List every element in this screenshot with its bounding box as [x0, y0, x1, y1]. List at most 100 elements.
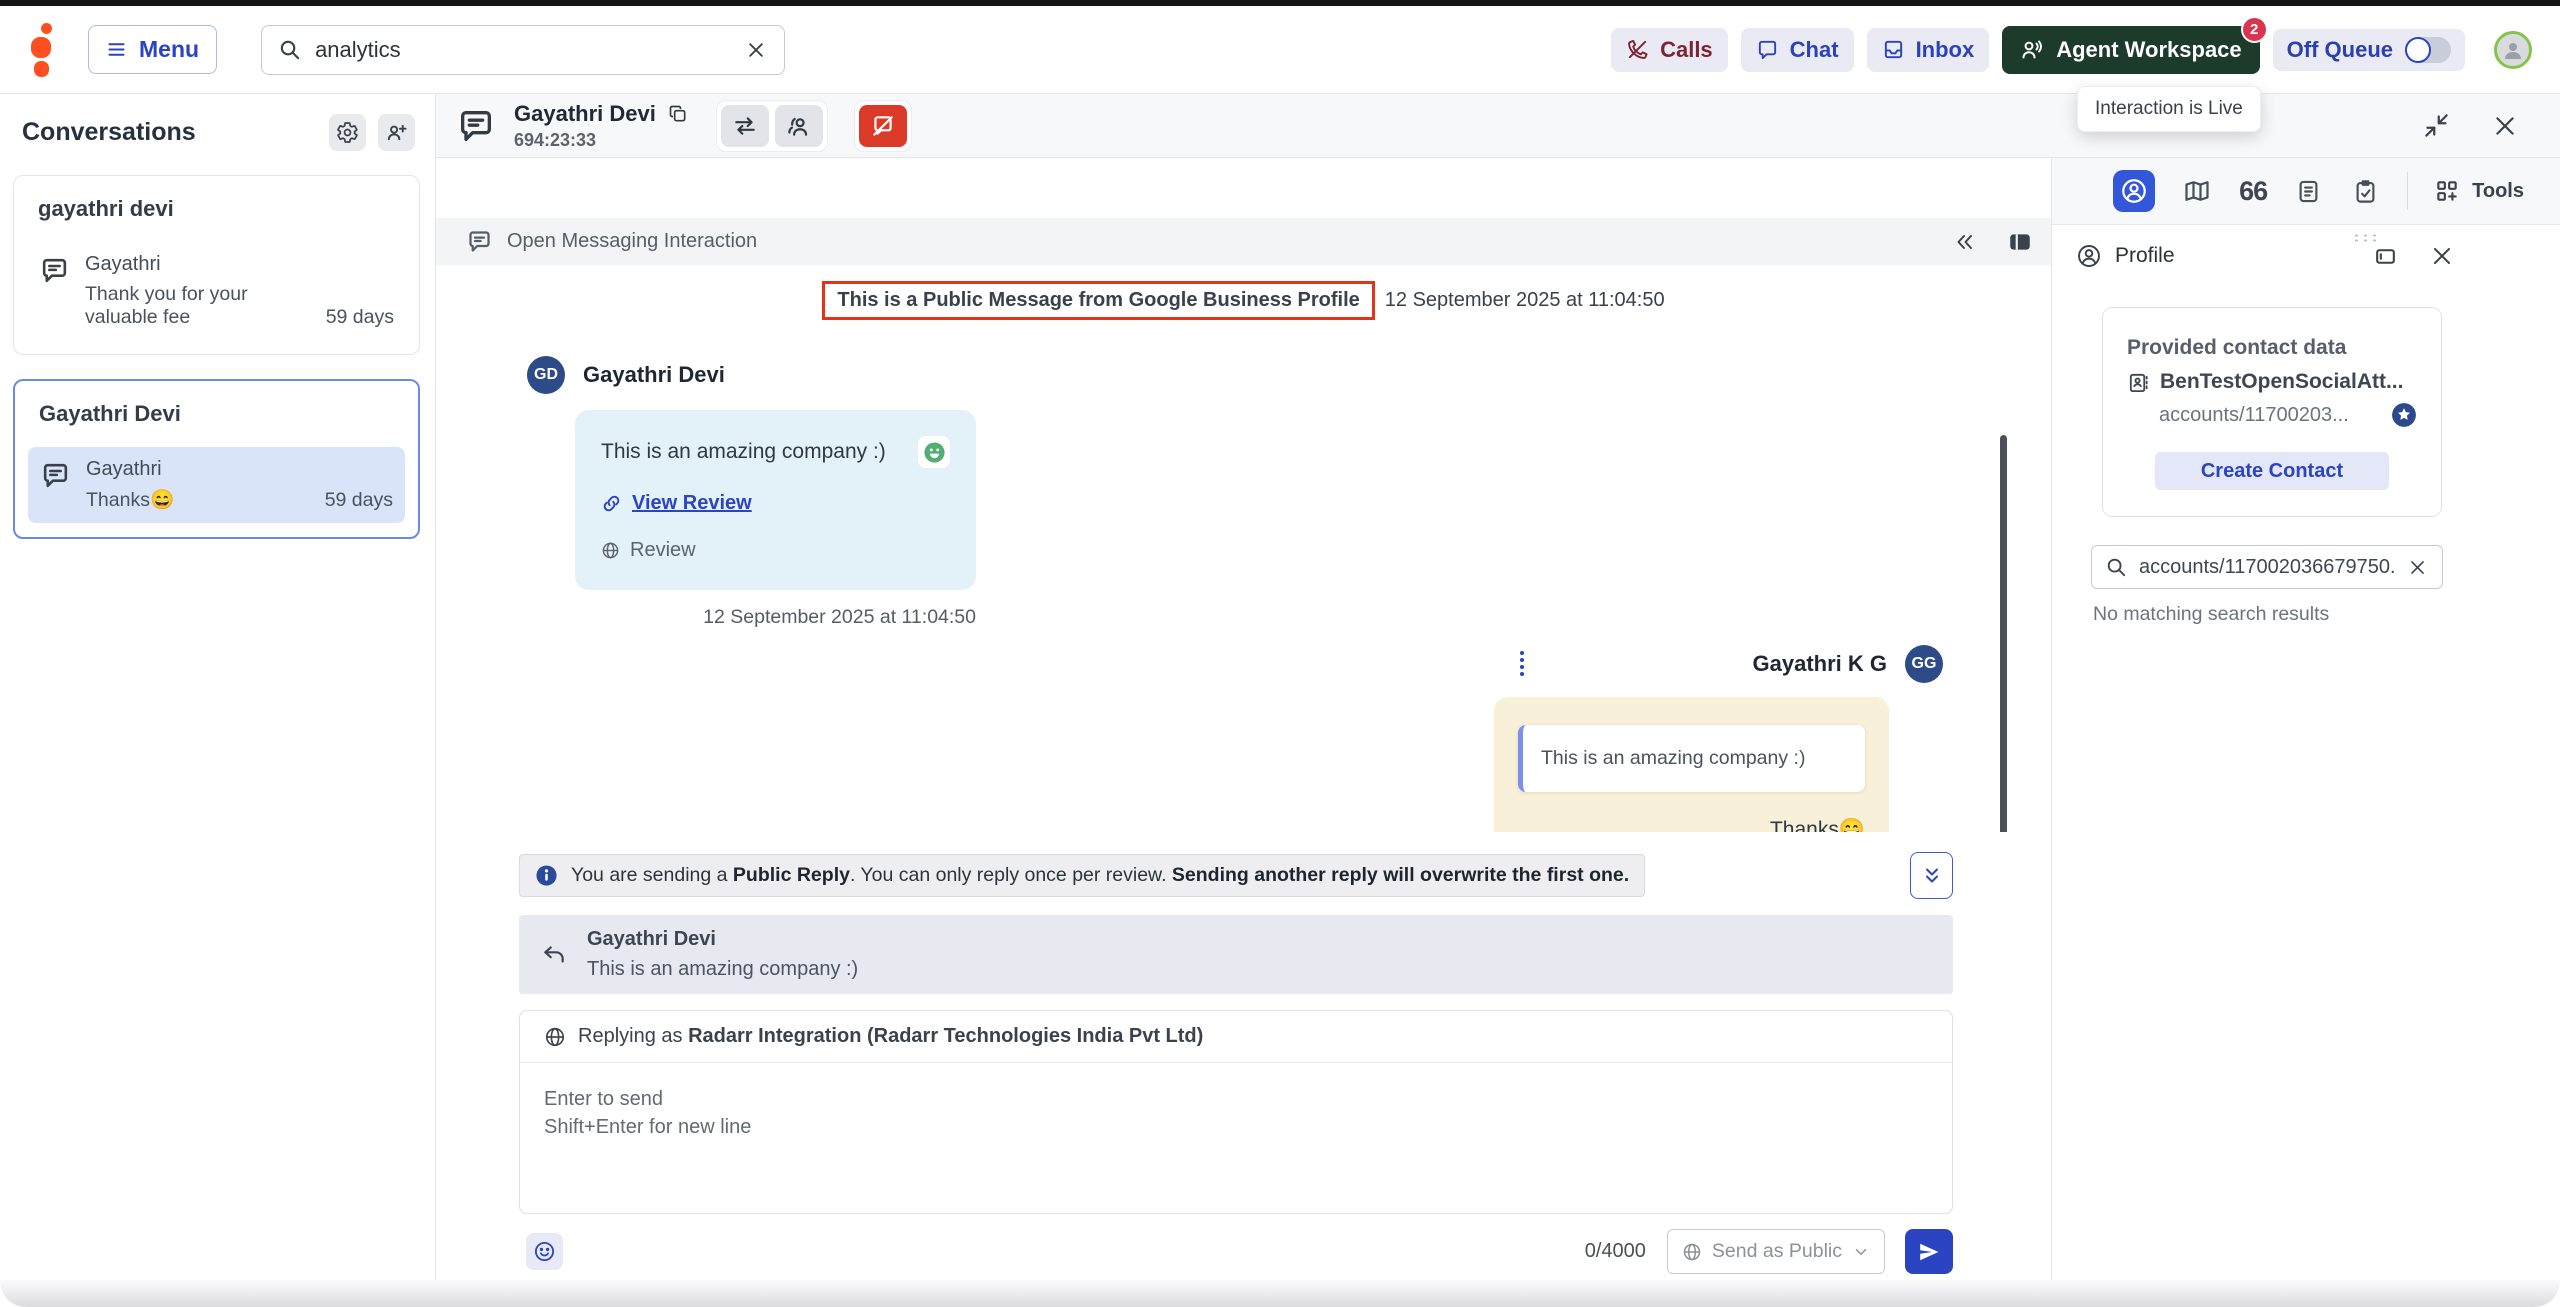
chat-button[interactable]: Chat — [1741, 28, 1854, 72]
conversation-group-name: gayathri devi — [38, 196, 406, 222]
transfer-arrows-icon — [732, 113, 758, 139]
global-search-input[interactable] — [315, 37, 730, 63]
calls-button[interactable]: Calls — [1611, 28, 1728, 72]
profile-icon — [2120, 177, 2148, 205]
interaction-timer: 694:23:33 — [514, 130, 690, 151]
globe-icon — [1682, 1242, 1702, 1262]
copy-icon[interactable] — [666, 102, 690, 126]
toggle-sidebar-button[interactable] — [2005, 227, 2035, 257]
double-chevron-down-icon — [1920, 864, 1944, 888]
provided-contact-card: Provided contact data BenTestOpenSocialA… — [2102, 307, 2442, 517]
search-icon — [2105, 556, 2127, 578]
clear-search-icon[interactable] — [2406, 556, 2429, 579]
contact-account: accounts/11700203... — [2159, 404, 2349, 427]
inbox-button[interactable]: Inbox — [1867, 28, 1990, 72]
avatar: GD — [527, 356, 565, 394]
tools-button[interactable]: Tools — [2434, 178, 2524, 204]
user-avatar[interactable] — [2494, 31, 2532, 69]
message-input[interactable]: Enter to send Shift+Enter for new line — [520, 1063, 1952, 1213]
outbound-bubble: This is an amazing company :) Thanks😄 Pu… — [1494, 697, 1889, 832]
emoji-picker-button[interactable] — [526, 1233, 563, 1270]
message-menu-icon[interactable] — [1514, 646, 1530, 682]
contact-search-input[interactable] — [2139, 556, 2394, 579]
inbound-message: GD Gayathri Devi This is an amazing comp… — [527, 356, 997, 629]
replying-as-row: Replying as Radarr Integration (Radarr T… — [520, 1011, 1952, 1063]
send-as-dropdown[interactable]: Send as Public — [1667, 1229, 1885, 1274]
canned-responses-icon[interactable]: 66 — [2239, 178, 2267, 205]
disconnect-button[interactable] — [859, 105, 907, 147]
conference-button[interactable] — [775, 105, 823, 147]
quote-text: This is an amazing company :) — [587, 958, 858, 981]
interaction-name: Gayathri Devi — [514, 101, 656, 127]
transfer-button[interactable] — [721, 105, 769, 147]
scripts-panel-button[interactable] — [2293, 176, 2324, 207]
chat-slash-icon — [870, 113, 896, 139]
sender-name: Gayathri K G — [1753, 651, 1887, 677]
quoted-review: This is an amazing company :) — [1518, 725, 1865, 792]
message-icon — [40, 460, 71, 512]
collapse-panel-button[interactable] — [1951, 228, 1979, 256]
map-icon — [2183, 177, 2211, 205]
search-clear-icon[interactable] — [744, 38, 768, 62]
conversation-list-item[interactable]: Gayathri Thank you for your valuable fee… — [27, 242, 406, 340]
top-bar: Menu Calls Chat — [0, 6, 2560, 94]
conversation-list-item-selected[interactable]: Gayathri Thanks😄 59 days — [28, 447, 405, 523]
conversations-settings-button[interactable] — [329, 114, 366, 151]
conversations-sidebar: Conversations gayathri devi — [0, 94, 436, 1307]
agent-icon — [2020, 38, 2044, 62]
composer-placeholder-line2: Shift+Enter for new line — [544, 1113, 1928, 1141]
contact-name: BenTestOpenSocialAtt... — [2160, 370, 2403, 394]
queue-toggle[interactable] — [2405, 37, 2451, 63]
agents-icon — [786, 113, 812, 139]
double-chevron-left-icon — [1953, 230, 1977, 254]
scrollbar-thumb[interactable] — [2000, 435, 2007, 832]
journey-panel-button[interactable] — [2181, 175, 2213, 207]
emoji-smiley-icon — [533, 1240, 556, 1263]
message-text: This is an amazing company :) — [601, 436, 902, 464]
banner-text: You are sending a Public Reply. You can … — [571, 864, 1629, 887]
conversation-group-name: Gayathri Devi — [39, 401, 405, 427]
composer-footer: 0/4000 Send as Public — [519, 1228, 1953, 1275]
sender-name: Gayathri Devi — [583, 362, 725, 388]
wrapup-panel-button[interactable] — [2350, 176, 2381, 207]
panels-toolbar: 66 — [2052, 158, 2560, 225]
reply-arrow-icon — [541, 942, 567, 968]
add-conversation-button[interactable] — [378, 114, 415, 151]
conversation-card: gayathri devi Gayathri Thank you for you… — [13, 175, 420, 355]
expand-window-icon — [2373, 244, 2398, 269]
expand-replies-button[interactable] — [1910, 852, 1953, 899]
profile-panel: Profile — [2052, 225, 2560, 1307]
work-area: Gayathri Devi 694:23:33 — [436, 94, 2560, 1307]
drag-handle-icon[interactable] — [2352, 233, 2378, 242]
message-text: Thanks😄 — [1518, 818, 1865, 832]
link-icon — [601, 493, 622, 514]
menu-button[interactable]: Menu — [88, 25, 217, 74]
info-icon — [535, 864, 558, 887]
interaction-chip[interactable]: Gayathri Devi 694:23:33 — [456, 101, 690, 151]
genesys-logo — [28, 23, 54, 77]
chevron-down-icon — [1852, 1243, 1870, 1261]
close-interaction-button[interactable] — [2488, 109, 2522, 143]
send-button[interactable] — [1905, 1229, 1953, 1274]
inbox-icon — [1882, 38, 1905, 61]
conversation-preview: Thank you for your valuable fee — [85, 283, 311, 329]
view-review-link[interactable]: View Review — [601, 492, 950, 515]
composer-placeholder-line1: Enter to send — [544, 1085, 1928, 1113]
inbound-bubble: This is an amazing company :) — [575, 410, 976, 590]
agent-workspace-button[interactable]: Agent Workspace 2 — [2002, 26, 2259, 74]
close-panel-button[interactable] — [2428, 242, 2456, 270]
message-icon — [456, 106, 496, 146]
send-plane-icon — [1917, 1240, 1941, 1264]
primary-star-badge — [2391, 402, 2417, 428]
card-heading: Provided contact data — [2127, 336, 2417, 360]
create-contact-button[interactable]: Create Contact — [2155, 452, 2389, 490]
chat-icon — [1756, 38, 1779, 61]
source-timestamp: 12 September 2025 at 11:04:50 — [1385, 289, 1665, 312]
script-icon — [2295, 178, 2322, 205]
contact-search — [2091, 545, 2443, 589]
conversation-card-selected: Gayathri Devi Gayathri Thanks😄 59 days — [13, 379, 420, 539]
message-timestamp: 12 September 2025 at 11:04:50 — [575, 606, 976, 629]
profile-panel-button[interactable] — [2113, 170, 2155, 212]
expand-panel-button[interactable] — [2371, 242, 2400, 271]
collapse-interaction-button[interactable] — [2419, 108, 2454, 143]
